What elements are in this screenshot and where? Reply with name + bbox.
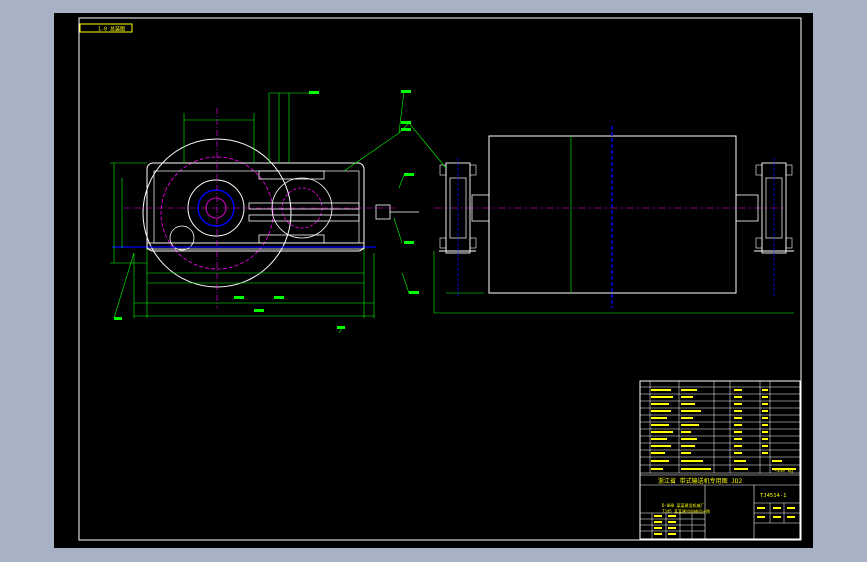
sheet-tag-text: 1-0 总装图 xyxy=(98,26,125,33)
cad-viewport[interactable]: 1-0 总装图 ~349 kg 浙江省 带式输送机专用图 JD2 TJ4514-… xyxy=(0,0,867,562)
paper-background xyxy=(54,13,813,548)
weight-text: ~349 kg xyxy=(774,468,793,474)
drawing-title: 浙江省 带式输送机专用图 JD2 xyxy=(658,477,742,485)
drawing-canvas[interactable]: 1-0 总装图 ~349 kg 浙江省 带式输送机专用图 JD2 TJ4514-… xyxy=(54,13,813,548)
company-line-1: D-000 某某建设机械厂 xyxy=(662,502,704,508)
drawing-svg: 1-0 总装图 ~349 kg 浙江省 带式输送机专用图 JD2 TJ4514-… xyxy=(54,13,813,548)
drawing-number: TJ4514-1 xyxy=(760,493,787,499)
